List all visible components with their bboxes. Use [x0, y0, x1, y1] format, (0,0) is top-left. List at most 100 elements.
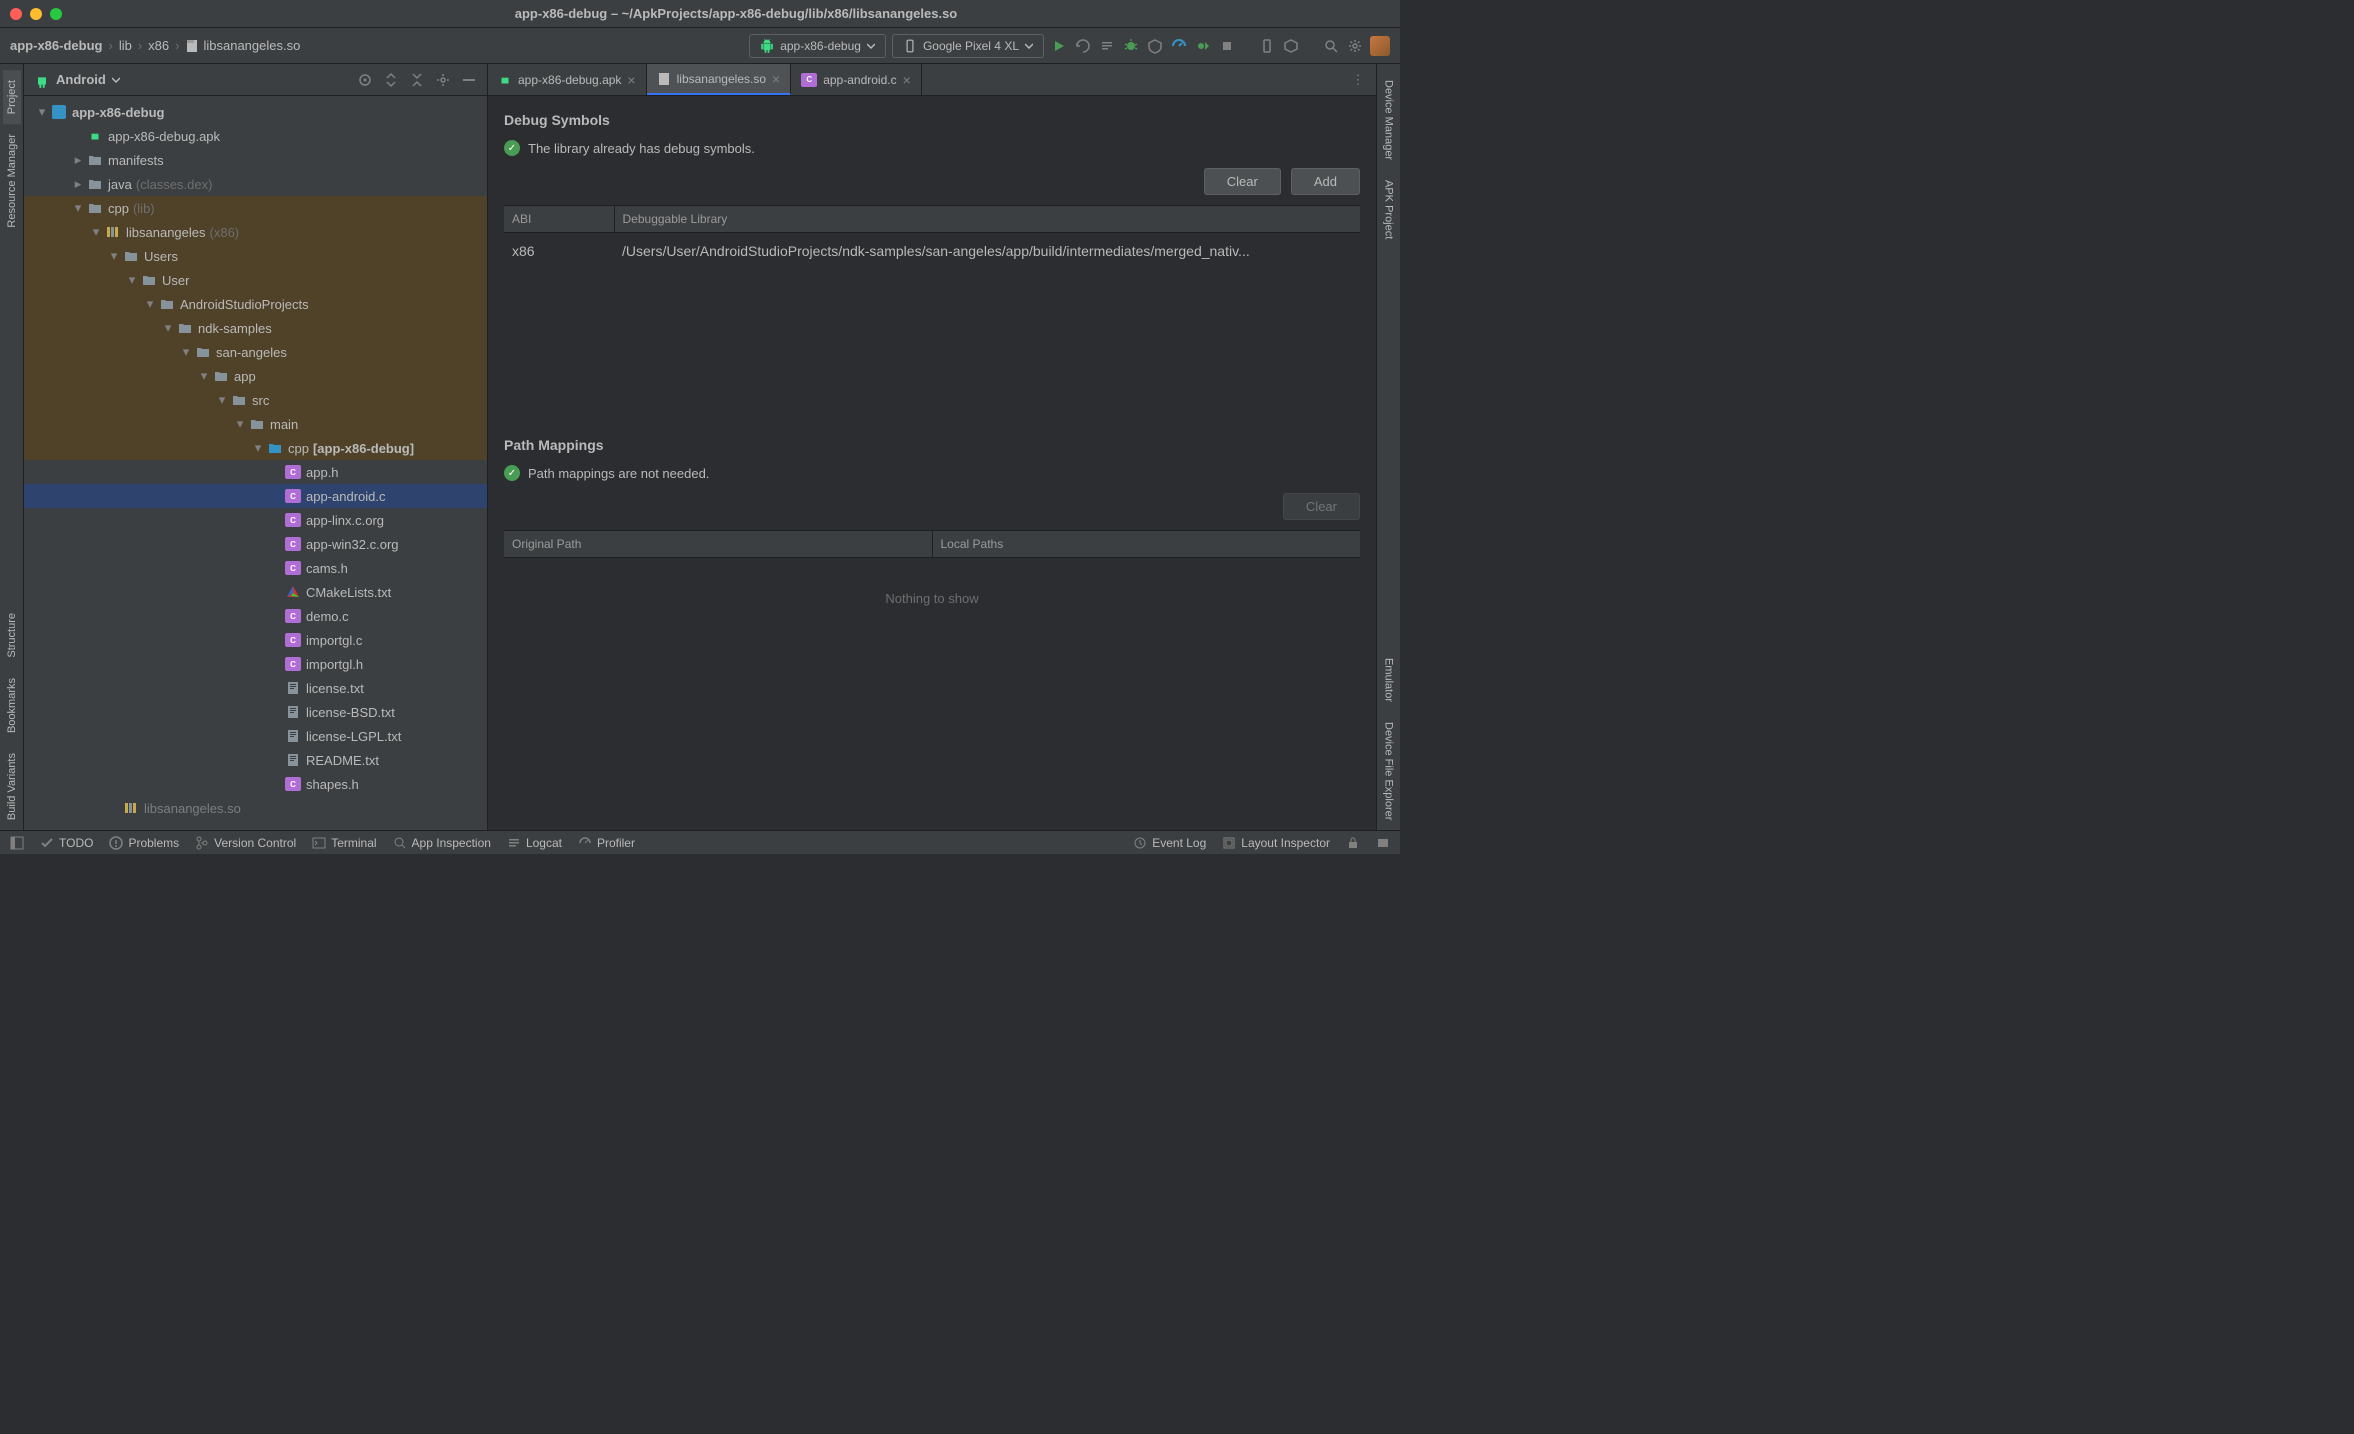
- select-opened-file-icon[interactable]: [357, 72, 373, 88]
- editor-tab-0[interactable]: app-x86-debug.apk ×: [488, 64, 647, 95]
- status-layout-inspector[interactable]: Layout Inspector: [1222, 836, 1330, 850]
- tree-arrow-icon[interactable]: ▾: [178, 344, 194, 360]
- tree-item[interactable]: ▾cpp(lib): [24, 196, 487, 220]
- run-config-dropdown[interactable]: app-x86-debug: [749, 34, 886, 58]
- search-icon[interactable]: [1322, 37, 1340, 55]
- avd-manager-icon[interactable]: [1258, 37, 1276, 55]
- tree-item[interactable]: libsanangeles.so: [24, 796, 487, 820]
- tree-item[interactable]: Cimportgl.h: [24, 652, 487, 676]
- apply-changes-icon[interactable]: [1074, 37, 1092, 55]
- table-header-original-path[interactable]: Original Path: [504, 531, 932, 558]
- tree-item[interactable]: CMakeLists.txt: [24, 580, 487, 604]
- debug-button[interactable]: [1122, 37, 1140, 55]
- stop-button[interactable]: [1218, 37, 1236, 55]
- close-tab-icon[interactable]: ×: [903, 72, 911, 88]
- gutter-tab-device-manager[interactable]: Device Manager: [1380, 70, 1398, 170]
- gutter-tab-device-file-explorer[interactable]: Device File Explorer: [1380, 712, 1398, 830]
- table-header-local-paths[interactable]: Local Paths: [932, 531, 1360, 558]
- tree-item[interactable]: ▾ndk-samples: [24, 316, 487, 340]
- gutter-tab-build-variants[interactable]: Build Variants: [3, 743, 21, 830]
- table-row[interactable]: x86 /Users/User/AndroidStudioProjects/nd…: [504, 233, 1360, 270]
- tree-arrow-icon[interactable]: ▾: [250, 440, 266, 456]
- breadcrumb-item-1[interactable]: lib: [119, 38, 132, 53]
- gutter-tab-emulator[interactable]: Emulator: [1380, 648, 1398, 712]
- tree-arrow-icon[interactable]: ▾: [232, 416, 248, 432]
- status-event-log[interactable]: Event Log: [1133, 836, 1206, 850]
- lock-icon[interactable]: [1346, 836, 1360, 850]
- gutter-tab-apk-project[interactable]: APK Project: [1380, 170, 1398, 249]
- window-maximize-button[interactable]: [50, 8, 62, 20]
- status-app-inspection[interactable]: App Inspection: [393, 836, 491, 850]
- panel-settings-icon[interactable]: [435, 72, 451, 88]
- tree-arrow-icon[interactable]: ▾: [88, 224, 104, 240]
- user-avatar[interactable]: [1370, 36, 1390, 56]
- tree-arrow-icon[interactable]: ▾: [106, 248, 122, 264]
- tree-item[interactable]: license-BSD.txt: [24, 700, 487, 724]
- tree-item[interactable]: ▸java(classes.dex): [24, 172, 487, 196]
- status-version-control[interactable]: Version Control: [195, 836, 296, 850]
- tree-arrow-icon[interactable]: ▸: [70, 152, 86, 168]
- breadcrumb-item-2[interactable]: x86: [148, 38, 169, 53]
- status-logcat[interactable]: Logcat: [507, 836, 562, 850]
- more-tabs-icon[interactable]: ⋮: [1350, 72, 1366, 88]
- tree-root[interactable]: ▾ app-x86-debug: [24, 100, 487, 124]
- settings-icon[interactable]: [1346, 37, 1364, 55]
- tree-arrow-icon[interactable]: ▾: [160, 320, 176, 336]
- tree-arrow-icon[interactable]: ▾: [142, 296, 158, 312]
- close-tab-icon[interactable]: ×: [627, 72, 635, 88]
- close-tab-icon[interactable]: ×: [772, 71, 780, 87]
- tree-item[interactable]: ▾main: [24, 412, 487, 436]
- tree-item[interactable]: ▾Users: [24, 244, 487, 268]
- coverage-icon[interactable]: [1146, 37, 1164, 55]
- tree-item[interactable]: ▾cpp[app-x86-debug]: [24, 436, 487, 460]
- tree-item[interactable]: Capp-android.c: [24, 484, 487, 508]
- notification-icon[interactable]: [1376, 836, 1390, 850]
- status-todo[interactable]: TODO: [40, 836, 93, 850]
- tree-arrow-icon[interactable]: ▾: [34, 104, 50, 120]
- tree-item[interactable]: ▾src: [24, 388, 487, 412]
- debug-symbols-clear-button[interactable]: Clear: [1204, 168, 1281, 195]
- path-mappings-clear-button[interactable]: Clear: [1283, 493, 1360, 520]
- tree-item[interactable]: license-LGPL.txt: [24, 724, 487, 748]
- tree-item[interactable]: Capp-win32.c.org: [24, 532, 487, 556]
- tree-arrow-icon[interactable]: ▾: [214, 392, 230, 408]
- device-dropdown[interactable]: Google Pixel 4 XL: [892, 34, 1044, 58]
- sdk-manager-icon[interactable]: [1282, 37, 1300, 55]
- tree-item[interactable]: app-x86-debug.apk: [24, 124, 487, 148]
- tree-arrow-icon[interactable]: ▾: [70, 200, 86, 216]
- tree-item[interactable]: license.txt: [24, 676, 487, 700]
- tree-arrow-icon[interactable]: ▾: [124, 272, 140, 288]
- tree-item[interactable]: README.txt: [24, 748, 487, 772]
- breadcrumb-item-3[interactable]: libsanangeles.so: [185, 38, 300, 53]
- editor-tab-2[interactable]: C app-android.c ×: [791, 64, 922, 95]
- tree-item[interactable]: Ccams.h: [24, 556, 487, 580]
- tree-item[interactable]: ▾User: [24, 268, 487, 292]
- attach-debugger-icon[interactable]: [1194, 37, 1212, 55]
- status-profiler[interactable]: Profiler: [578, 836, 635, 850]
- tree-arrow-icon[interactable]: ▾: [196, 368, 212, 384]
- project-tree[interactable]: ▾ app-x86-debug app-x86-debug.apk▸manife…: [24, 96, 487, 830]
- tree-item[interactable]: ▾app: [24, 364, 487, 388]
- tree-item[interactable]: ▾san-angeles: [24, 340, 487, 364]
- tree-item[interactable]: Cdemo.c: [24, 604, 487, 628]
- gutter-tab-project[interactable]: Project: [3, 70, 21, 124]
- status-problems[interactable]: Problems: [109, 836, 179, 850]
- hide-panel-icon[interactable]: [461, 72, 477, 88]
- collapse-all-icon[interactable]: [409, 72, 425, 88]
- project-view-mode[interactable]: Android: [56, 72, 106, 87]
- profile-icon[interactable]: [1170, 37, 1188, 55]
- run-button[interactable]: [1050, 37, 1068, 55]
- debug-symbols-add-button[interactable]: Add: [1291, 168, 1360, 195]
- status-tool-window-icon[interactable]: [10, 836, 24, 850]
- tree-item[interactable]: Cshapes.h: [24, 772, 487, 796]
- tree-item[interactable]: ▸manifests: [24, 148, 487, 172]
- expand-all-icon[interactable]: [383, 72, 399, 88]
- window-close-button[interactable]: [10, 8, 22, 20]
- table-header-library[interactable]: Debuggable Library: [614, 206, 1360, 233]
- tree-item[interactable]: Capp.h: [24, 460, 487, 484]
- table-header-abi[interactable]: ABI: [504, 206, 614, 233]
- gutter-tab-resource-manager[interactable]: Resource Manager: [3, 124, 21, 238]
- gutter-tab-structure[interactable]: Structure: [3, 603, 21, 668]
- window-minimize-button[interactable]: [30, 8, 42, 20]
- apply-code-icon[interactable]: [1098, 37, 1116, 55]
